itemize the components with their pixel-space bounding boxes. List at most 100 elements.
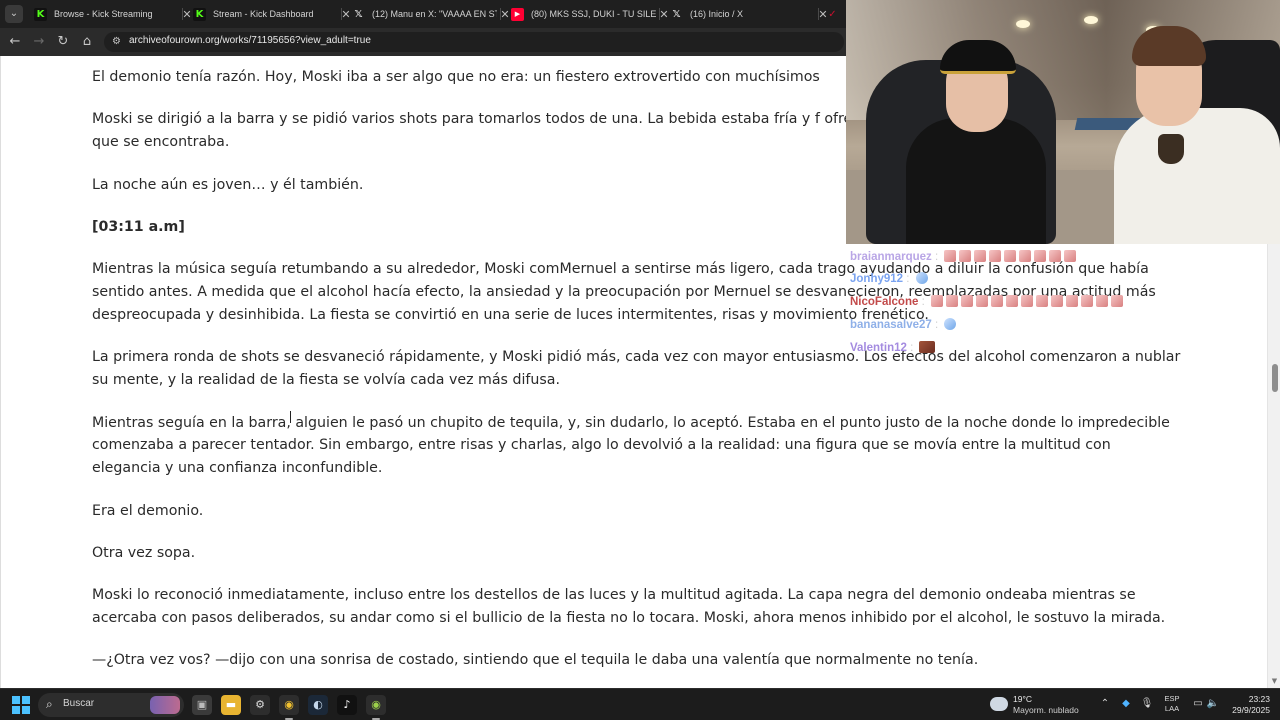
streamer-right-body bbox=[1114, 108, 1280, 244]
tab-title: (12) Manu en X: "VAAAA EN STR bbox=[372, 9, 497, 19]
chat-separator: : bbox=[931, 251, 942, 263]
tab-title: Browse - Kick Streaming bbox=[54, 9, 153, 19]
reload-icon[interactable]: ↻ bbox=[53, 32, 73, 52]
taskbar-clock[interactable]: 23:23 29/9/2025 bbox=[1224, 694, 1270, 716]
chat-message: Jonhy912 : bbox=[850, 272, 928, 285]
chat-message: Valentin12 : bbox=[850, 341, 936, 354]
taskbar-search-box[interactable]: ⌕ Buscar bbox=[38, 693, 184, 717]
chat-emote-icon bbox=[915, 272, 928, 284]
x-icon: 𝕏 bbox=[672, 8, 681, 20]
cloud-icon bbox=[990, 697, 1008, 711]
chat-emote-icon bbox=[944, 318, 957, 330]
chrome-icon[interactable]: ◉ bbox=[279, 695, 299, 720]
browser-tab[interactable]: 𝕏 (16) Inicio / X ✕ bbox=[662, 2, 834, 26]
tab-separator bbox=[659, 8, 660, 20]
tab-title: (16) Inicio / X bbox=[690, 9, 744, 19]
tiktok-icon[interactable]: ♪ bbox=[337, 695, 357, 715]
clock-time: 23:23 bbox=[1248, 694, 1270, 704]
windows-taskbar: ⌕ Buscar ▣ ▬ ⚙ ◉ ◐ ♪ ◉ 19°C Mayorm. nubl… bbox=[0, 688, 1280, 720]
back-arrow-icon[interactable]: ← bbox=[5, 32, 25, 52]
chat-message: NicoFalcone : bbox=[850, 295, 1123, 308]
chat-emote-icon bbox=[1049, 250, 1062, 262]
webcam-overlay bbox=[846, 0, 1280, 244]
speaker-icon[interactable]: 🔈 bbox=[1206, 697, 1220, 711]
chat-emote-icon bbox=[1035, 295, 1048, 307]
browser-tab[interactable]: 𝕏 (12) Manu en X: "VAAAA EN STR ✕ bbox=[344, 2, 516, 26]
browser-tab[interactable]: K Stream - Kick Dashboard ✕ bbox=[185, 2, 357, 26]
browser-tab[interactable]: ▶ (80) MKS SSJ, DUKI - TU SILENC ✕ bbox=[503, 2, 675, 26]
network-tray-icon[interactable]: ◆ bbox=[1119, 697, 1133, 711]
site-info-icon[interactable]: ⚙ bbox=[112, 36, 124, 48]
kick-icon: K bbox=[34, 7, 47, 21]
search-icon: ⌕ bbox=[46, 697, 53, 711]
page-border bbox=[0, 56, 1, 688]
chat-message: braianmarquez : bbox=[850, 250, 1077, 263]
tab-separator bbox=[182, 8, 183, 20]
browser-tab[interactable]: ✓ M bbox=[818, 2, 848, 26]
chat-emote-icon bbox=[974, 250, 987, 262]
chat-emote-icon bbox=[944, 250, 957, 262]
display-icon[interactable]: ▭ bbox=[1191, 697, 1205, 711]
language-code: ESP bbox=[1164, 694, 1180, 703]
url-text[interactable]: archiveofourown.org/works/71195656?view_… bbox=[129, 35, 371, 46]
chat-emote-icon bbox=[930, 295, 943, 307]
tab-search-menu-button[interactable]: ⌄ bbox=[5, 5, 23, 23]
clock-date: 29/9/2025 bbox=[1232, 705, 1270, 715]
chat-separator: : bbox=[903, 273, 913, 285]
task-view-icon[interactable]: ▣ bbox=[192, 695, 212, 715]
x-icon: 𝕏 bbox=[354, 8, 363, 20]
weather-widget[interactable]: 19°C Mayorm. nublado bbox=[990, 693, 1090, 717]
text-cursor-icon bbox=[290, 411, 294, 423]
paragraph: —¿Otra vez vos? —dijo con una sonrisa de… bbox=[92, 652, 979, 669]
chat-emote-icon bbox=[1080, 295, 1093, 307]
mate-cup bbox=[1158, 134, 1184, 164]
scroll-down-arrow-icon[interactable]: ▼ bbox=[1270, 677, 1279, 686]
browser-tab[interactable]: K Browse - Kick Streaming ✕ bbox=[26, 2, 198, 26]
ceiling-light bbox=[1084, 16, 1098, 24]
chat-emote-icon bbox=[1019, 250, 1032, 262]
chat-emote-icon bbox=[1064, 250, 1077, 262]
search-highlight-icon bbox=[150, 696, 180, 714]
chevron-up-icon[interactable]: ⌃ bbox=[1098, 697, 1112, 711]
chat-emote-icon bbox=[1050, 295, 1063, 307]
ceiling-light bbox=[1016, 20, 1030, 28]
home-icon[interactable]: ⌂ bbox=[77, 32, 97, 52]
paragraph: Era el demonio. bbox=[92, 502, 204, 519]
youtube-icon: ▶ bbox=[511, 7, 524, 21]
chat-emote-icon bbox=[990, 295, 1003, 307]
chat-emote-icon bbox=[959, 250, 972, 262]
chat-separator: : bbox=[918, 296, 928, 308]
stream-chat-overlay: braianmarquez : Jonhy912 : NicoFalcone :… bbox=[846, 244, 1280, 362]
microphone-icon[interactable]: 🎙 bbox=[1140, 697, 1154, 711]
ao3-icon: ✓ bbox=[828, 8, 837, 20]
chat-separator: : bbox=[931, 319, 942, 331]
weather-description: Mayorm. nublado bbox=[1013, 705, 1079, 715]
chat-emote-icon bbox=[919, 341, 936, 353]
chat-emote-icon bbox=[1110, 295, 1123, 307]
steam-icon[interactable]: ◐ bbox=[308, 695, 328, 715]
forward-arrow-icon[interactable]: → bbox=[29, 32, 49, 52]
chat-username[interactable]: braianmarquez bbox=[850, 251, 932, 263]
chat-emote-icon bbox=[1020, 295, 1033, 307]
tab-separator bbox=[500, 8, 501, 20]
chat-username[interactable]: Valentin12 bbox=[850, 342, 907, 354]
streamer-left-body bbox=[906, 118, 1046, 244]
chat-username[interactable]: bananasalve27 bbox=[850, 319, 932, 331]
scrollbar-thumb[interactable] bbox=[1272, 364, 1278, 392]
address-bar[interactable]: ⚙ archiveofourown.org/works/71195656?vie… bbox=[104, 32, 844, 52]
chat-username[interactable]: Jonhy912 bbox=[850, 273, 903, 285]
file-explorer-icon[interactable]: ▬ bbox=[221, 695, 241, 715]
search-placeholder: Buscar bbox=[63, 698, 95, 709]
chat-separator: : bbox=[906, 342, 917, 354]
chat-emote-icon bbox=[989, 250, 1002, 262]
windows-start-icon[interactable] bbox=[12, 696, 30, 714]
chat-emote-icon bbox=[1034, 250, 1047, 262]
chrome-profile-icon[interactable]: ◉ bbox=[366, 695, 386, 720]
settings-icon[interactable]: ⚙ bbox=[250, 695, 270, 715]
tab-title: (80) MKS SSJ, DUKI - TU SILENC bbox=[531, 9, 656, 19]
chat-username[interactable]: NicoFalcone bbox=[850, 296, 918, 308]
chat-emote-icon bbox=[960, 295, 973, 307]
language-indicator[interactable]: ESP LAA bbox=[1160, 694, 1184, 714]
chat-emote-icon bbox=[1095, 295, 1108, 307]
tab-separator bbox=[341, 8, 342, 20]
